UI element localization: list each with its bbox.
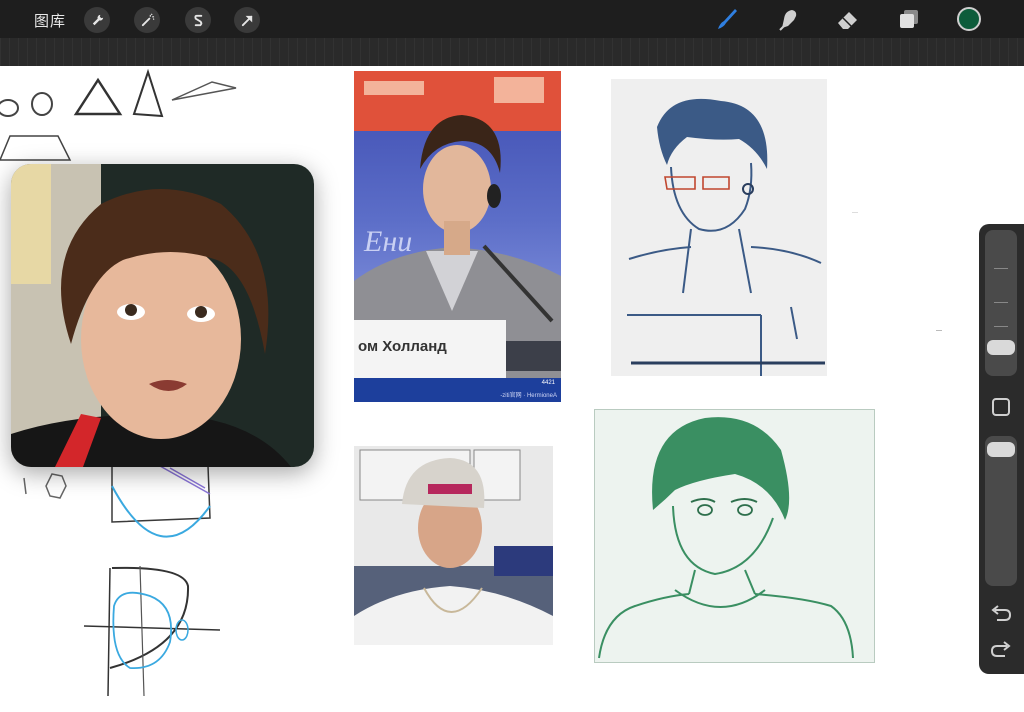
slider-tick (994, 302, 1008, 303)
name-placard: ом Холланд (354, 320, 506, 378)
undo-icon[interactable] (989, 604, 1013, 624)
opacity-thumb[interactable] (987, 442, 1015, 457)
slider-tick (994, 268, 1008, 269)
blue-sketch-drawing (627, 98, 825, 376)
brush-icon[interactable] (714, 6, 740, 32)
reference-blue-sketch[interactable] (611, 79, 827, 376)
wrench-icon[interactable] (84, 7, 110, 33)
photo-watermark: -ziti官网 · HermioneA (500, 393, 557, 399)
canvas-mark (936, 330, 942, 331)
slider-tick (994, 326, 1008, 327)
svg-text:Ени: Ени (363, 225, 412, 258)
floating-reference-window[interactable] (11, 164, 314, 467)
photo-cap-scene (354, 449, 553, 645)
smudge-icon[interactable] (775, 6, 801, 32)
floating-reference-photo (11, 164, 314, 467)
name-placard-text: ом Холланд (358, 338, 447, 355)
reference-green-sketch[interactable] (594, 409, 875, 663)
gallery-button[interactable]: 图库 (34, 10, 66, 31)
canvas-mark (852, 212, 858, 213)
brush-size-thumb[interactable] (987, 340, 1015, 355)
modify-button[interactable] (992, 398, 1010, 416)
magic-wand-icon[interactable] (134, 7, 160, 33)
right-sidebar (979, 224, 1024, 674)
photo-footer-band: 4421 -ziti官网 · HermioneA (354, 378, 561, 402)
reference-photo-cap[interactable] (354, 446, 553, 645)
shape-sketches (0, 68, 237, 161)
selection-s-icon[interactable] (185, 7, 211, 33)
green-sketch-drawing (598, 417, 854, 659)
redo-icon[interactable] (989, 640, 1013, 660)
top-toolbar: 图库 (0, 0, 1024, 38)
toolbar-shelf (0, 38, 1024, 66)
eraser-icon[interactable] (835, 6, 861, 32)
reference-photo-press-conference[interactable]: Ени ом Холланд 4421 -ziti官网 · HermioneA (354, 71, 561, 402)
head-construction-sketches (23, 465, 221, 697)
color-picker-swatch[interactable] (957, 7, 981, 31)
transform-arrow-icon[interactable] (234, 7, 260, 33)
photo-badge: 4421 (541, 380, 555, 386)
layers-icon[interactable] (896, 6, 922, 32)
opacity-slider[interactable] (985, 436, 1017, 586)
brush-size-slider[interactable] (985, 230, 1017, 376)
